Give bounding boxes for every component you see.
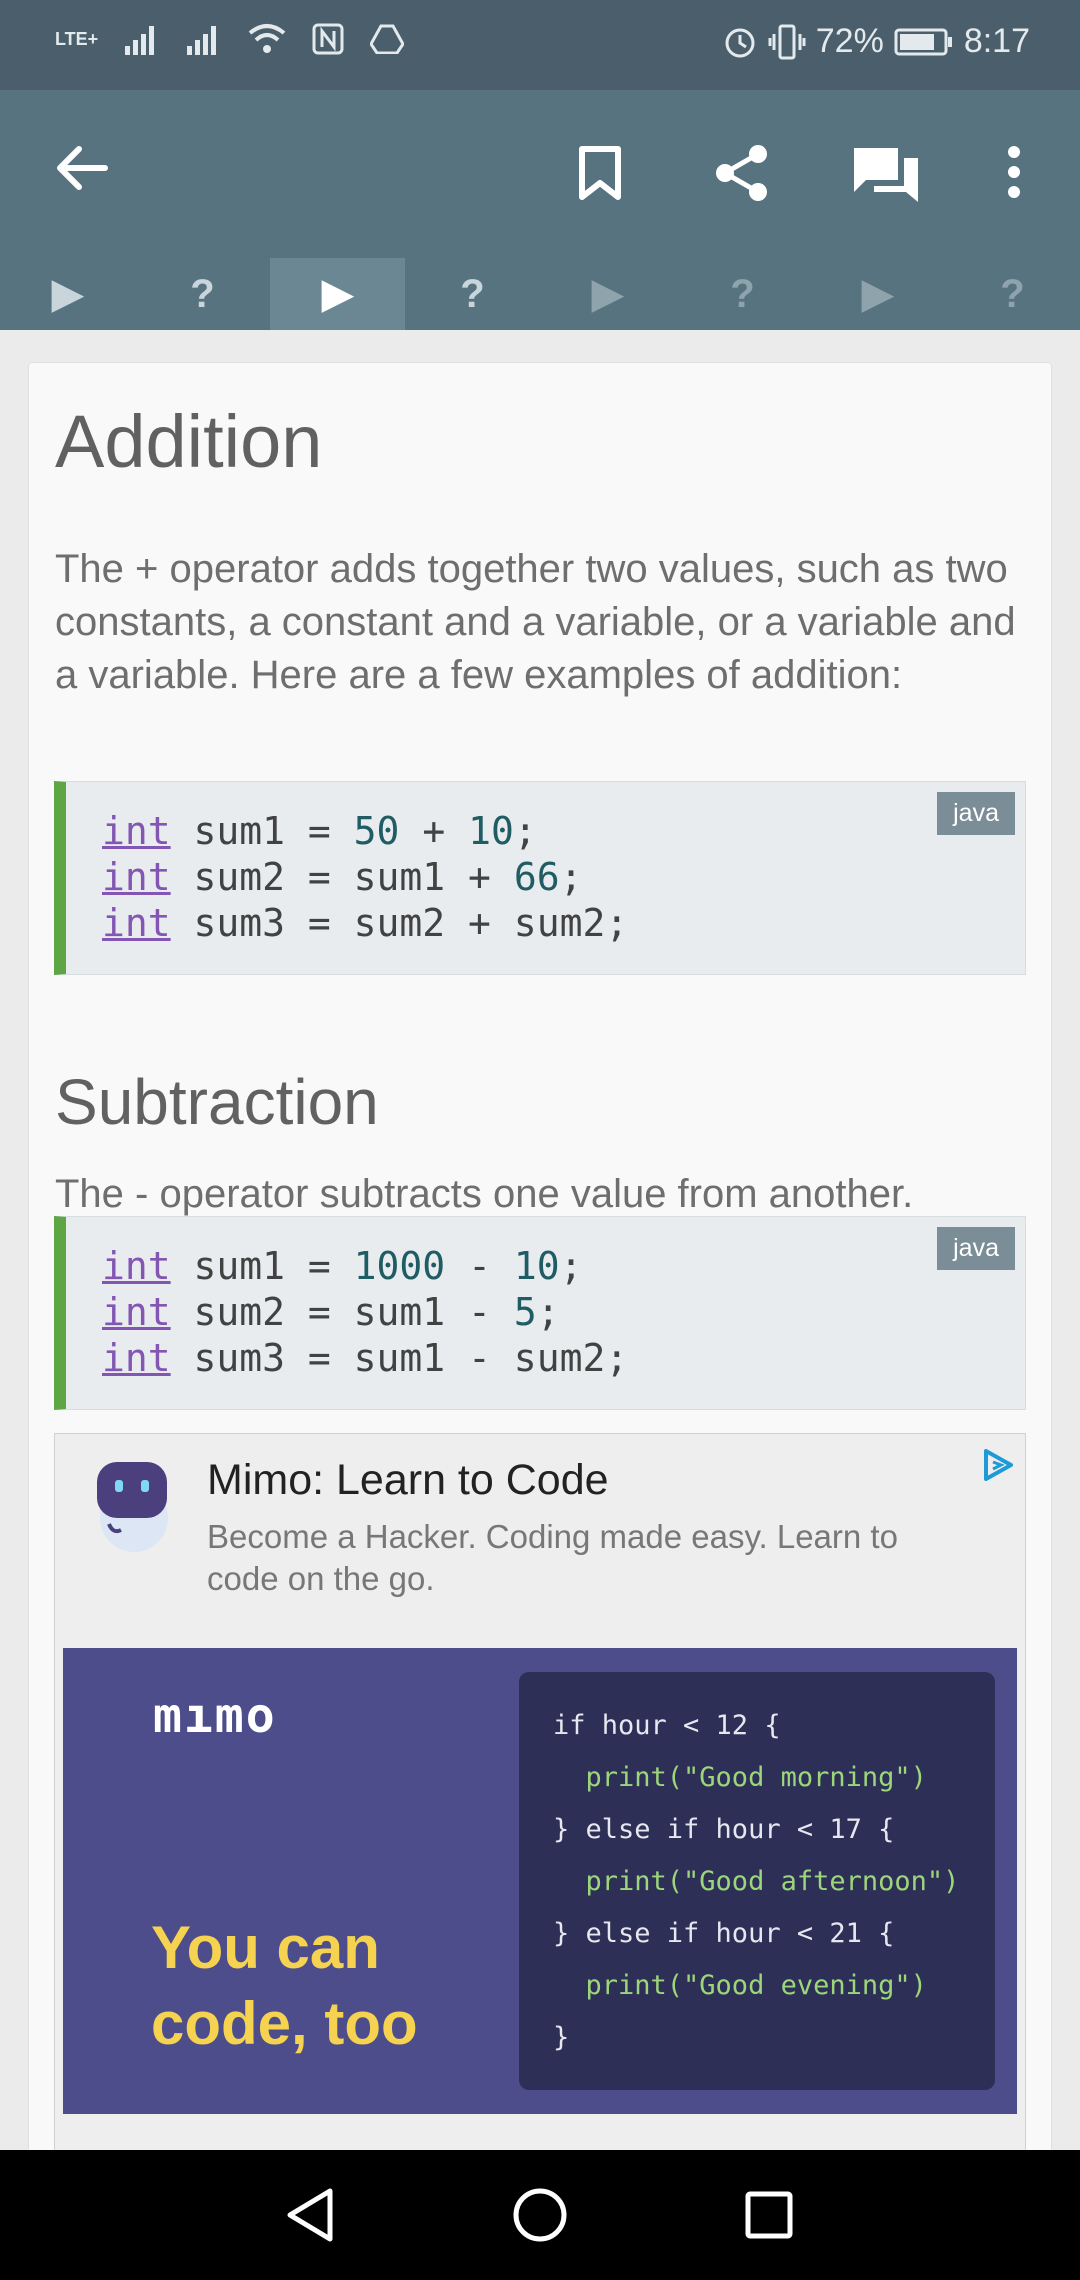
- tab-quiz-2[interactable]: ?: [405, 258, 540, 330]
- alarm-icon: [725, 28, 755, 57]
- addition-text: The + operator adds together two values,…: [55, 547, 1016, 697]
- question-icon: ?: [730, 271, 755, 316]
- mimo-logo: mımo: [153, 1688, 277, 1744]
- tab-lesson-4[interactable]: ▶: [810, 258, 945, 330]
- comments-icon: [854, 148, 918, 202]
- subtraction-code-block: java int sum1 = 1000 - 10; int sum2 = su…: [54, 1216, 1026, 1410]
- ad-description: Become a Hacker. Coding made easy. Learn…: [207, 1518, 898, 1597]
- share-button[interactable]: [714, 144, 770, 202]
- question-icon: ?: [190, 271, 215, 316]
- question-icon: ?: [460, 271, 485, 316]
- comments-button[interactable]: [852, 146, 920, 204]
- adchoices-icon[interactable]: [981, 1448, 1015, 1482]
- tab-quiz-3[interactable]: ?: [675, 258, 810, 330]
- ad-banner-image[interactable]: mımo You can code, too if hour < 12 { pr…: [63, 1648, 1017, 2114]
- bookmark-button[interactable]: [576, 145, 624, 201]
- play-icon: ▶: [322, 272, 353, 316]
- wifi-icon: [248, 24, 286, 53]
- subtraction-text: The - operator subtracts one value from …: [55, 1172, 914, 1216]
- code-language-badge: java: [937, 792, 1015, 835]
- ad-unit[interactable]: Mimo: Learn to Code Become a Hacker. Cod…: [54, 1433, 1026, 2150]
- play-icon: ▶: [862, 272, 893, 316]
- bookmark-icon: [579, 146, 621, 200]
- nav-recents-icon: [745, 2191, 793, 2239]
- signal-icon-2: [187, 26, 217, 55]
- play-icon: ▶: [52, 272, 83, 316]
- addition-code-block: java int sum1 = 50 + 10; int sum2 = sum1…: [54, 781, 1026, 975]
- tab-lesson-2[interactable]: ▶: [270, 258, 405, 330]
- vibrate-icon: [768, 24, 806, 59]
- code-text: int sum1 = 50 + 10; int sum2 = sum1 + 66…: [102, 809, 629, 945]
- banner-tagline: You can code, too: [151, 1914, 418, 2057]
- play-icon: ▶: [592, 272, 623, 316]
- ad-title[interactable]: Mimo: Learn to Code: [207, 1456, 609, 1505]
- signal-icon: [125, 26, 155, 55]
- lesson-content[interactable]: Addition The + operator adds together tw…: [0, 330, 1080, 2150]
- tab-lesson-1[interactable]: ▶: [0, 258, 135, 330]
- back-button[interactable]: [55, 145, 109, 191]
- tab-lesson-3[interactable]: ▶: [540, 258, 675, 330]
- nfc-icon: [312, 23, 344, 55]
- more-options-button[interactable]: [1004, 146, 1024, 198]
- tab-quiz-1[interactable]: ?: [135, 258, 270, 330]
- battery-icon: [894, 28, 952, 55]
- battery-percent: 72%: [815, 22, 884, 60]
- clock: 8:17: [963, 22, 1030, 60]
- lesson-progress-tabs: ▶ ? ▶ ? ▶ ? ▶ ?: [0, 258, 1080, 330]
- mimo-robot-icon: [97, 1462, 168, 1552]
- addition-heading: Addition: [55, 400, 323, 483]
- status-bar: LTE+ 72% 8:17: [0, 0, 1080, 90]
- network-type: LTE+: [55, 28, 99, 49]
- drive-icon: [370, 24, 405, 54]
- lesson-card: Addition The + operator adds together tw…: [28, 362, 1052, 2150]
- system-nav-bar: [0, 2150, 1080, 2280]
- banner-code-panel: if hour < 12 { print("Good morning") } e…: [519, 1672, 995, 2090]
- tab-quiz-4[interactable]: ?: [945, 258, 1080, 330]
- code-text: int sum1 = 1000 - 10; int sum2 = sum1 - …: [102, 1244, 629, 1380]
- nav-back-button[interactable]: [275, 2180, 345, 2250]
- more-vert-icon: [1008, 146, 1020, 198]
- subtraction-heading: Subtraction: [55, 1066, 379, 1138]
- nav-back-icon: [287, 2188, 333, 2242]
- share-icon: [716, 145, 767, 201]
- banner-code-text: if hour < 12 { print("Good morning") } e…: [553, 1710, 960, 2053]
- back-arrow-icon: [57, 146, 108, 190]
- nav-home-button[interactable]: [505, 2180, 575, 2250]
- nav-home-icon: [513, 2188, 567, 2242]
- nav-recents-button[interactable]: [734, 2180, 804, 2250]
- question-icon: ?: [1000, 271, 1025, 316]
- code-language-badge: java: [937, 1227, 1015, 1270]
